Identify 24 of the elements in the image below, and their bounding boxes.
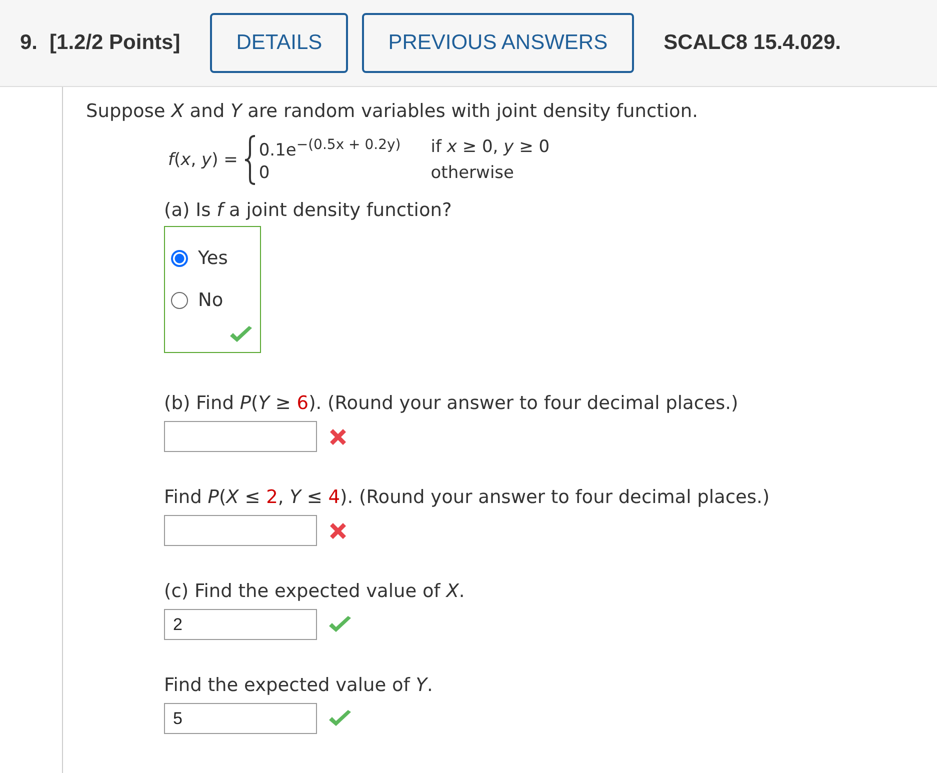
problem-code: SCALC8 15.4.029. <box>664 31 842 55</box>
option-label: No <box>198 290 224 310</box>
brace-icon <box>244 134 256 186</box>
case-condition: if x ≥ 0, y ≥ 0 <box>430 137 550 160</box>
points-label: [1.2/2 Points] <box>50 31 180 55</box>
answer-field[interactable] <box>164 515 317 546</box>
function-label: f(x, y) = <box>168 150 238 170</box>
question-text: (a) Is f a joint density function? <box>164 199 453 223</box>
radio-button[interactable] <box>171 250 188 266</box>
answer-field[interactable]: 5 <box>164 703 317 734</box>
case-condition: otherwise <box>430 162 515 183</box>
question-text: Find P(X ≤ 2, Y ≤ 4). (Round your answer to four decimal places.) <box>164 486 771 510</box>
intro-text: Suppose X and Y are random variables with joint density function. <box>86 100 699 124</box>
option-label: Yes <box>198 248 228 268</box>
previous-answers-button[interactable]: PREVIOUS ANSWERS <box>362 13 634 73</box>
question-text: (b) Find P(Y ≥ 6). (Round your answer to four decimal places.) <box>164 392 740 416</box>
question-text: Find the expected value of Y. <box>164 674 434 698</box>
case-expression: 0 <box>258 162 271 183</box>
question-text: (c) Find the expected value of X. <box>164 580 466 604</box>
details-button[interactable]: DETAILS <box>210 13 348 73</box>
answer-field[interactable]: 2 <box>164 609 317 640</box>
answer-field[interactable] <box>164 421 317 452</box>
radio-button[interactable] <box>171 292 188 308</box>
question-number: 9. <box>20 31 38 55</box>
